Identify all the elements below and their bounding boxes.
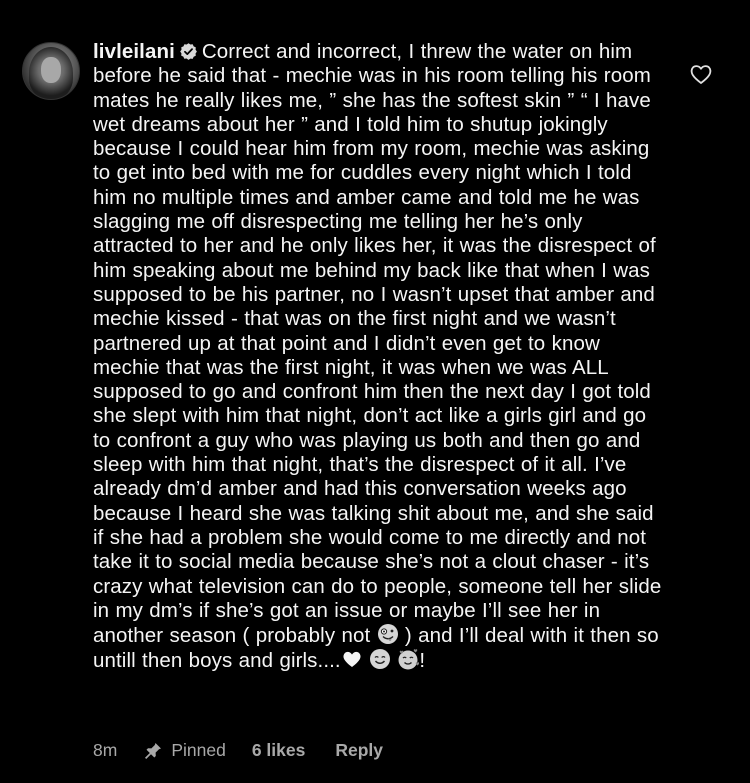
username[interactable]: livleilani xyxy=(93,40,175,63)
face-with-hearts-emoji xyxy=(397,648,420,670)
pinned-label: Pinned xyxy=(171,740,226,760)
timestamp: 8m xyxy=(93,740,118,760)
comment-footer: 8m Pinned 6 likes Reply xyxy=(93,740,383,761)
reply-button[interactable]: Reply xyxy=(335,740,383,761)
pin-icon xyxy=(145,742,162,759)
avatar-face xyxy=(41,57,61,83)
white-heart-emoji xyxy=(341,648,363,670)
comment-text-end: ! xyxy=(419,649,426,673)
smiling-face-emoji xyxy=(369,648,391,670)
comment: livleilani Correct and incorrect, I threw… xyxy=(0,0,750,783)
comment-body: livleilani Correct and incorrect, I threw… xyxy=(93,40,663,674)
zany-face-emoji xyxy=(377,623,399,645)
avatar[interactable] xyxy=(22,42,80,100)
comment-text-part1: Correct and incorrect, I threw the water… xyxy=(93,40,662,648)
likes-count[interactable]: 6 likes xyxy=(252,740,306,761)
pinned-indicator: Pinned xyxy=(143,740,226,761)
verified-badge-icon xyxy=(179,42,198,61)
heart-outline-icon[interactable] xyxy=(689,63,713,85)
